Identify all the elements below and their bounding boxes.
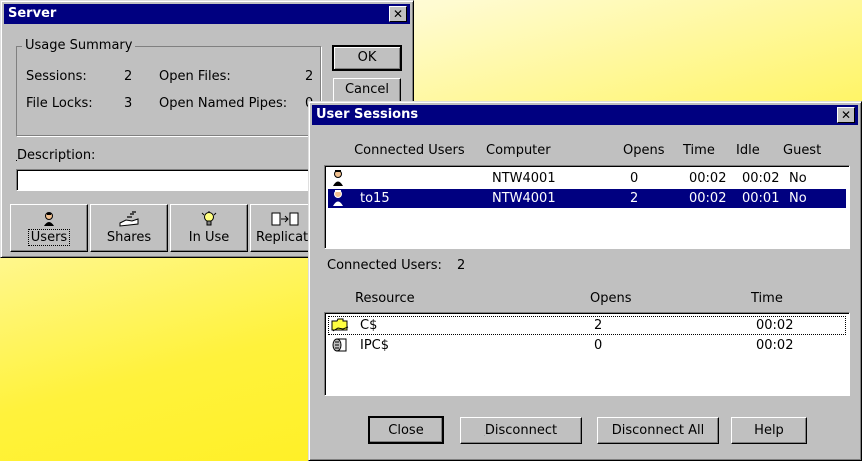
connected-users-header-text: Connected Users <box>354 143 465 158</box>
in-use-button[interactable]: In Use <box>170 204 248 252</box>
ipc-pipe-icon <box>331 337 349 357</box>
in-use-icon <box>171 211 247 227</box>
resource-opens: 0 <box>594 338 603 353</box>
user-sessions-title-bar[interactable]: User Sessions ✕ <box>312 105 858 125</box>
open-files-label: Open Files: <box>159 69 231 84</box>
resource-opens: 2 <box>594 318 603 333</box>
resource-time: 00:02 <box>756 338 794 353</box>
description-label-text: Description: <box>17 148 96 163</box>
user-icon <box>330 169 346 191</box>
resource-name: IPC$ <box>360 338 390 353</box>
shares-label: Shares <box>106 230 152 245</box>
time-header[interactable]: Time <box>683 143 715 158</box>
close-button[interactable]: Close <box>368 416 444 444</box>
file-locks-value: 3 <box>124 96 133 111</box>
usage-summary-label: Usage Summary <box>22 38 136 53</box>
user-sessions-title: User Sessions <box>316 107 419 122</box>
description-label: DDescription: <box>16 148 96 163</box>
idle-header[interactable]: Idle <box>736 143 760 158</box>
resource-time: 00:02 <box>756 318 794 333</box>
disconnect-all-button[interactable]: Disconnect All <box>597 417 719 444</box>
connected-users-count-label: Connected Users: <box>327 258 442 273</box>
close-icon[interactable]: ✕ <box>837 107 855 123</box>
users-button[interactable]: Users <box>10 204 88 252</box>
help-button[interactable]: Help <box>731 417 807 444</box>
connected-users-header[interactable]: CConnected Users <box>354 143 465 158</box>
user-name: to15 <box>360 191 390 206</box>
user-opens: 0 <box>630 171 639 186</box>
user-time: 00:02 <box>689 171 727 186</box>
shares-icon <box>91 211 167 227</box>
user-computer: NTW4001 <box>492 191 556 206</box>
open-files-value: 2 <box>305 69 314 84</box>
table-row[interactable]: NTW4001 0 00:02 00:02 No <box>328 169 846 188</box>
resource-name: C$ <box>360 318 378 333</box>
desktop: { "server": { "title": "Server", "usage_… <box>0 0 862 461</box>
close-icon[interactable]: ✕ <box>389 6 407 22</box>
opens-header[interactable]: Opens <box>623 143 665 158</box>
computer-header[interactable]: Computer <box>486 143 551 158</box>
user-idle: 00:01 <box>742 191 780 206</box>
list-item[interactable]: C$ 2 00:02 <box>328 316 846 335</box>
user-guest: No <box>789 191 807 206</box>
resource-header[interactable]: Resource <box>355 291 415 306</box>
user-computer: NTW4001 <box>492 171 556 186</box>
user-time: 00:02 <box>689 191 727 206</box>
shares-button[interactable]: Shares <box>90 204 168 252</box>
user-opens: 2 <box>630 191 639 206</box>
list-item[interactable]: IPC$ 0 00:02 <box>328 336 846 355</box>
open-named-pipes-label: Open Named Pipes: <box>159 96 288 111</box>
user-guest: No <box>789 171 807 186</box>
resources-list[interactable]: C$ 2 00:02 IPC$ 0 00:02 <box>324 312 850 396</box>
disconnect-button[interactable]: DDisconnect <box>460 417 582 444</box>
disconnect-label: Disconnect <box>484 423 558 438</box>
server-title-bar[interactable]: Server ✕ <box>4 4 410 24</box>
user-idle: 00:02 <box>742 171 780 186</box>
ok-button[interactable]: OK <box>332 45 402 71</box>
connected-users-count-value: 2 <box>457 258 466 273</box>
help-label: Help <box>754 423 784 438</box>
sessions-value: 2 <box>124 69 133 84</box>
guest-header[interactable]: Guest <box>783 143 821 158</box>
folder-share-icon <box>331 317 349 337</box>
sessions-label: Sessions: <box>26 69 87 84</box>
connected-users-list[interactable]: NTW4001 0 00:02 00:02 No to15 NTW4001 2 … <box>324 165 850 249</box>
user-icon <box>330 189 346 211</box>
in-use-label: In Use <box>188 230 230 245</box>
file-locks-label: File Locks: <box>26 96 93 111</box>
server-title: Server <box>8 6 57 21</box>
description-input[interactable] <box>16 169 316 191</box>
user-sessions-window: User Sessions ✕ CConnected Users Compute… <box>308 101 862 461</box>
resource-opens-header[interactable]: Opens <box>590 291 632 306</box>
resource-time-header[interactable]: Time <box>751 291 783 306</box>
disconnect-all-label: Disconnect All <box>611 423 705 438</box>
table-row[interactable]: to15 NTW4001 2 00:02 00:01 No <box>328 189 846 208</box>
users-button-label: Users <box>11 229 87 246</box>
usage-summary-group <box>16 46 321 136</box>
users-icon <box>11 211 87 227</box>
users-label: Users <box>27 229 71 246</box>
